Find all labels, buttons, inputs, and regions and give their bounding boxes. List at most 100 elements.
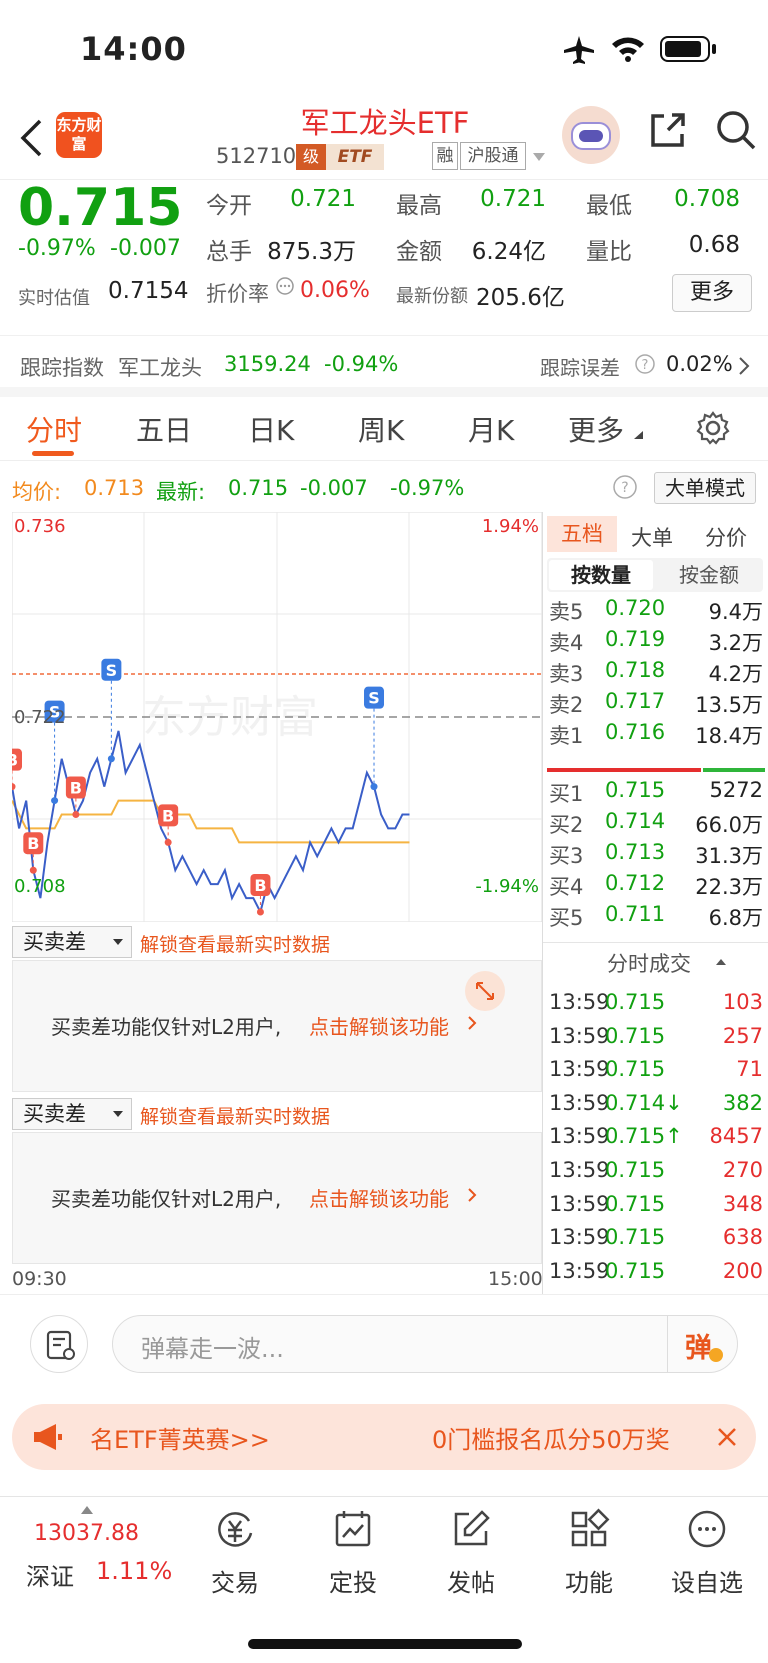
yen-circle-icon [218, 1512, 253, 1547]
level-price: 0.716 [605, 720, 666, 744]
level-volume: 9.4万 [708, 600, 763, 624]
unlock-link[interactable]: 点击解锁该功能 [309, 1183, 449, 1212]
nav-auto-invest[interactable]: 定投 [308, 1507, 398, 1598]
chart-tabs: 分时 五日 日K 周K 月K 更多 [0, 395, 768, 461]
help-icon[interactable]: ? [634, 353, 656, 375]
unit-toggle: 按数量 按金额 [547, 558, 763, 592]
nav-auto-invest-label: 定投 [329, 1569, 377, 1597]
close-icon[interactable] [716, 1426, 738, 1448]
tracking-error-value: 0.02% [666, 352, 733, 376]
caret-down-icon [113, 1111, 123, 1117]
marker-label: B [70, 779, 82, 798]
order-level-row[interactable]: 卖5 0.720 9.4万 [543, 594, 768, 626]
order-level-row[interactable]: 买1 0.715 5272 [543, 776, 768, 808]
more-button[interactable]: 更多 [672, 274, 752, 312]
intraday-chart[interactable]: 东方财富 BBSBSBBS 0.736 0.722 0.708 1.94% -1… [2, 511, 543, 923]
trade-time: 13:59 [549, 990, 610, 1014]
nav-add-watchlist[interactable]: 设自选 [662, 1507, 752, 1598]
y-mid-label: 0.722 [14, 707, 66, 728]
tab-daily-k[interactable]: 日K [248, 409, 294, 449]
tracking-index-value: 3159.24 [224, 352, 311, 376]
tab-big-orders[interactable]: 大单 [631, 522, 673, 552]
quote-field-value: 0.68 [688, 232, 740, 258]
marker-label: B [27, 834, 39, 853]
robot-assistant-icon[interactable] [562, 106, 620, 164]
level-volume: 13.5万 [695, 693, 763, 717]
trade-row: 13:59 0.715 348 [543, 1190, 768, 1224]
order-level-row[interactable]: 卖1 0.716 18.4万 [543, 718, 768, 750]
banner-left-text: 名ETF菁英赛>> [90, 1426, 270, 1454]
search-icon[interactable] [714, 108, 758, 152]
sub-panel-spread-1: 买卖差 解锁查看最新实时数据 买卖差功能仅针对L2用户, 点击解锁该功能 [12, 924, 542, 1096]
order-level-row[interactable]: 卖3 0.718 4.2万 [543, 656, 768, 688]
trade-volume: 103 [722, 990, 763, 1014]
premium-value: 0.06% [300, 278, 370, 303]
order-level-row[interactable]: 卖2 0.717 13.5万 [543, 687, 768, 719]
tab-weekly-k[interactable]: 周K [358, 409, 404, 449]
etf-badge: ETF [326, 144, 384, 170]
info-icon[interactable] [275, 276, 295, 296]
unlock-link[interactable]: 点击解锁该功能 [309, 1011, 449, 1040]
level-price: 0.712 [605, 871, 666, 895]
share-icon[interactable] [648, 110, 688, 150]
order-level-row[interactable]: 买5 0.711 6.8万 [543, 900, 768, 932]
order-level-row[interactable]: 买3 0.713 31.3万 [543, 838, 768, 870]
danmu-button[interactable]: 弹 [685, 1326, 712, 1365]
danmu-settings-icon[interactable] [30, 1315, 88, 1373]
caret-down-icon [113, 939, 123, 945]
order-level-row[interactable]: 卖4 0.719 3.2万 [543, 625, 768, 657]
latest-change: -0.007 [300, 476, 368, 500]
level-label: 卖5 [549, 600, 584, 624]
unlock-notice[interactable]: 解锁查看最新实时数据 [140, 1102, 330, 1129]
order-book-panel: 五档 大单 分价 按数量 按金额 卖5 0.720 9.4万 卖4 0.719 3.2万卖… [542, 512, 768, 1294]
tab-more[interactable]: 更多 [568, 409, 624, 449]
connect-tag: 沪股通 [460, 142, 526, 170]
trades-title[interactable]: 分时成交 [607, 948, 691, 978]
megaphone-icon [34, 1424, 62, 1450]
quote-field-label: 最低 [586, 193, 632, 219]
by-volume-toggle[interactable]: 按数量 [549, 560, 653, 590]
nav-post[interactable]: 发帖 [426, 1507, 516, 1598]
tab-intraday[interactable]: 分时 [26, 409, 82, 449]
tracking-index-row[interactable]: 跟踪指数 军工龙头 3159.24 -0.94% 跟踪误差 ? 0.02% [0, 335, 768, 397]
expand-icon[interactable] [465, 971, 505, 1011]
quote-panel: 0.715 -0.97% -0.007 实时估值 0.7154 今开 0.721 最… [0, 178, 768, 335]
order-level-row[interactable]: 买4 0.712 22.3万 [543, 869, 768, 901]
x-start-label: 09:30 [12, 1268, 67, 1290]
unlock-notice[interactable]: 解锁查看最新实时数据 [140, 930, 330, 957]
stock-code: 512710 [216, 144, 297, 168]
sub-panel-header: 买卖差 解锁查看最新实时数据 [12, 924, 542, 960]
level-label: 卖3 [549, 662, 584, 686]
nav-post-label: 发帖 [447, 1569, 495, 1597]
level-label: 买4 [549, 875, 584, 899]
bottom-toolbar: 13037.88 深证 1.11% 交易 定投 发帖 功能 设自选 [0, 1496, 768, 1663]
tab-price-breakdown[interactable]: 分价 [705, 522, 747, 552]
nav-trade[interactable]: 交易 [190, 1507, 280, 1598]
app-logo: 东方财富 [56, 112, 102, 158]
back-icon[interactable] [18, 118, 44, 158]
trade-price: 0.715 [605, 1225, 666, 1250]
change-value: -0.007 [110, 236, 181, 261]
pct-bottom-label: -1.94% [475, 876, 539, 897]
big-order-mode-button[interactable]: 大单模式 [654, 472, 756, 504]
sub-panel-spread-2: 买卖差 解锁查看最新实时数据 买卖差功能仅针对L2用户, 点击解锁该功能 [12, 1096, 542, 1268]
nav-trade-label: 交易 [211, 1569, 259, 1597]
edit-icon [454, 1510, 490, 1546]
chart-calendar-icon [335, 1511, 371, 1547]
tab-five-day[interactable]: 五日 [136, 409, 192, 449]
locked-panel: 买卖差功能仅针对L2用户, 点击解锁该功能 [12, 1132, 542, 1264]
by-amount-toggle[interactable]: 按金额 [657, 560, 761, 590]
gear-icon[interactable] [696, 411, 730, 445]
danmu-input[interactable]: 弹幕走一波... 弹 [112, 1315, 738, 1373]
nav-functions[interactable]: 功能 [544, 1507, 634, 1598]
locked-message: 买卖差功能仅针对L2用户, [51, 1015, 282, 1039]
caret-down-icon[interactable] [532, 152, 546, 162]
tab-monthly-k[interactable]: 月K [468, 409, 514, 449]
promo-banner[interactable]: 名ETF菁英赛>> 0门槛报名瓜分50万奖 [12, 1404, 756, 1470]
current-price: 0.715 [18, 178, 183, 238]
svg-text:?: ? [621, 480, 628, 496]
help-icon[interactable]: ? [612, 474, 638, 500]
order-level-row[interactable]: 买2 0.714 66.0万 [543, 807, 768, 839]
tab-five-levels[interactable]: 五档 [547, 516, 617, 552]
latest-label: 最新: [156, 480, 206, 504]
